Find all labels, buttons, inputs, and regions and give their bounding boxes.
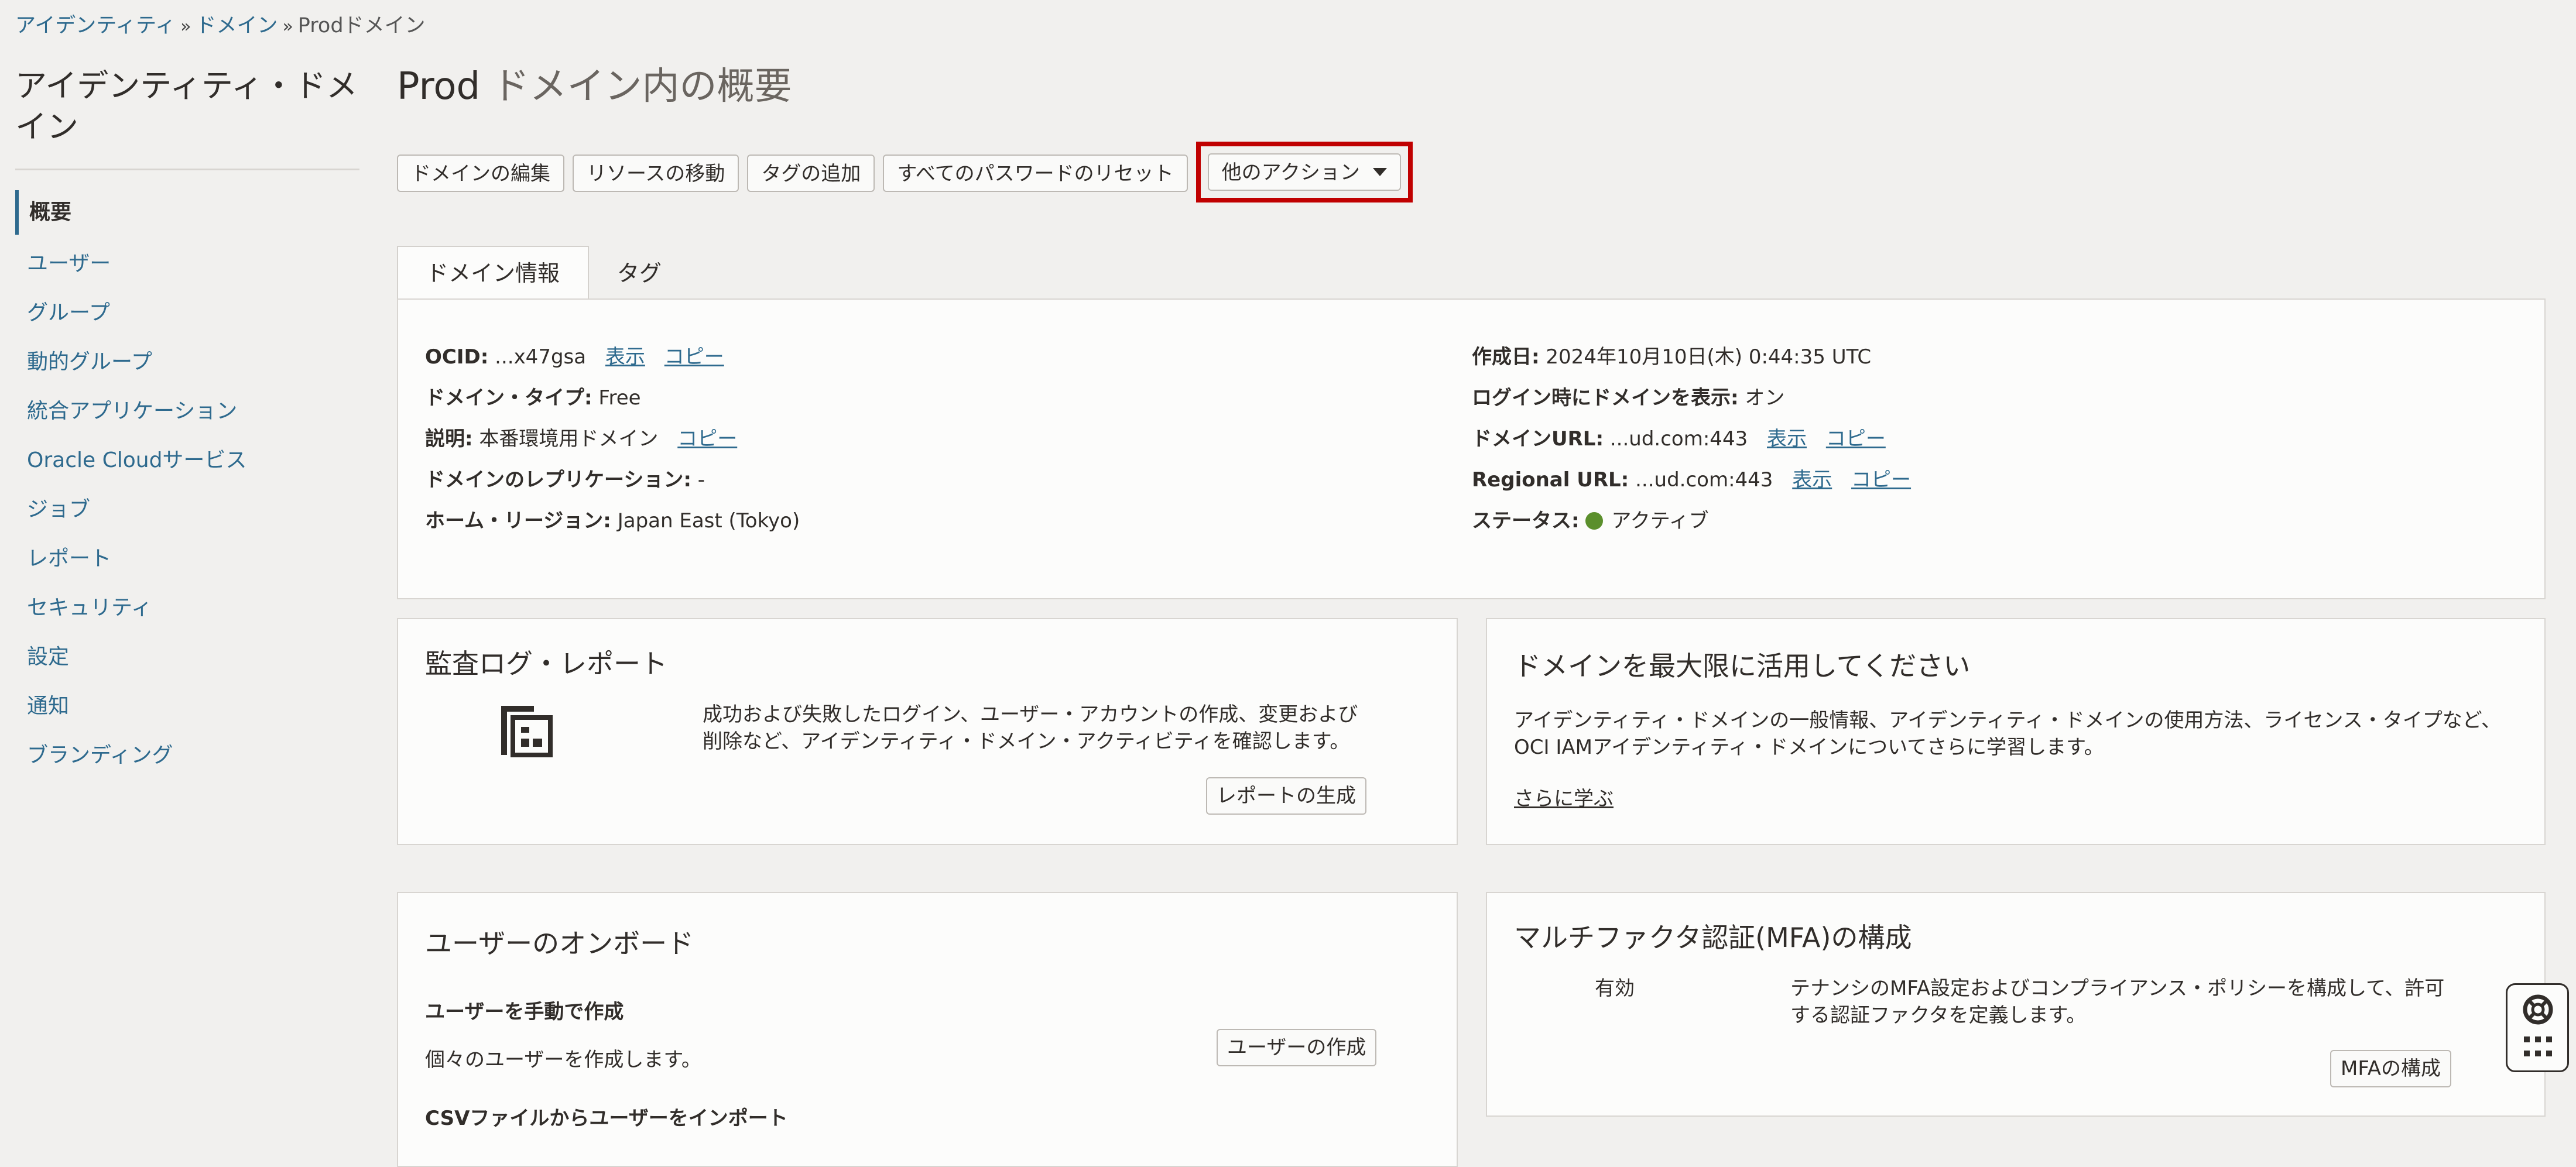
breadcrumb-separator: »	[180, 16, 191, 37]
mfa-status: 有効	[1595, 977, 1635, 1000]
description-value: 本番環境用ドメイン	[479, 427, 659, 451]
regional-url-row: Regional URL: ...ud.com:443 表示 コピー	[1472, 467, 1911, 493]
sidebar-item-settings[interactable]: 設定	[15, 633, 361, 682]
lifebuoy-icon	[2523, 994, 2553, 1025]
sidebar-item-groups[interactable]: グループ	[15, 289, 361, 338]
domain-url-copy-link[interactable]: コピー	[1826, 427, 1886, 451]
tab-domain-info[interactable]: ドメイン情報	[397, 246, 590, 300]
manual-create-description: 個々のユーザーを作成します。	[425, 1048, 701, 1072]
more-actions-label: 他のアクション	[1221, 161, 1360, 184]
status-label: ステータス:	[1472, 509, 1580, 533]
domain-url-row: ドメインURL: ...ud.com:443 表示 コピー	[1472, 426, 1886, 452]
regional-url-label: Regional URL:	[1472, 468, 1629, 492]
domain-type-row: ドメイン・タイプ: Free	[425, 385, 641, 411]
tab-bar: ドメイン情報 タグ	[397, 246, 690, 300]
configure-mfa-button[interactable]: MFAの構成	[2330, 1050, 2452, 1087]
replication-label: ドメインのレプリケーション:	[425, 468, 691, 492]
domain-url-show-link[interactable]: 表示	[1767, 427, 1807, 451]
breadcrumb: アイデンティティ» ドメイン» Prodドメイン	[15, 13, 426, 40]
breadcrumb-separator: »	[282, 16, 293, 37]
mfa-config-card: マルチファクタ認証(MFA)の構成 有効 テナンシのMFA設定およびコンプライア…	[1486, 892, 2546, 1117]
learn-card-title: ドメインを最大限に活用してください	[1514, 650, 1971, 682]
sidebar-item-security[interactable]: セキュリティ	[15, 584, 361, 633]
sidebar-divider	[15, 169, 359, 170]
domain-url-value: ...ud.com:443	[1609, 427, 1748, 451]
ocid-show-link[interactable]: 表示	[605, 345, 645, 369]
sidebar-item-jobs[interactable]: ジョブ	[15, 485, 361, 534]
edit-domain-button[interactable]: ドメインの編集	[397, 155, 564, 192]
move-resource-button[interactable]: リソースの移動	[573, 155, 739, 192]
ocid-label: OCID:	[425, 345, 489, 369]
user-onboarding-card: ユーザーのオンボード ユーザーを手動で作成 個々のユーザーを作成します。 ユーザ…	[397, 892, 1458, 1167]
description-copy-link[interactable]: コピー	[677, 427, 737, 451]
audit-card-description: 成功および失敗したログイン、ユーザー・アカウントの作成、変更および削除など、アイ…	[703, 703, 1358, 753]
sidebar-item-overview[interactable]: 概要	[15, 190, 361, 235]
home-region-label: ホーム・リージョン:	[425, 509, 611, 533]
audit-card-title: 監査ログ・レポート	[425, 648, 667, 679]
caret-down-icon	[1372, 167, 1387, 176]
sidebar-item-notifications[interactable]: 通知	[15, 682, 361, 731]
created-row: 作成日: 2024年10月10日(木) 0:44:35 UTC	[1472, 344, 1871, 370]
domain-info-panel: OCID: ...x47gsa 表示 コピー ドメイン・タイプ: Free 説明…	[397, 298, 2546, 599]
generate-report-button[interactable]: レポートの生成	[1206, 777, 1366, 815]
breadcrumb-current: Prodドメイン	[297, 14, 426, 37]
ocid-copy-link[interactable]: コピー	[664, 345, 724, 369]
help-widget[interactable]	[2506, 983, 2569, 1072]
domain-url-label: ドメインURL:	[1472, 427, 1604, 451]
onboard-card-title: ユーザーのオンボード	[425, 928, 694, 959]
home-region-row: ホーム・リージョン: Japan East (Tokyo)	[425, 508, 800, 534]
domain-type-label: ドメイン・タイプ:	[425, 386, 592, 410]
more-actions-button[interactable]: 他のアクション	[1207, 153, 1401, 191]
manual-create-heading: ユーザーを手動で作成	[425, 1000, 624, 1024]
description-row: 説明: 本番環境用ドメイン コピー	[425, 426, 737, 452]
page-title: Prod ドメイン内の概要	[397, 63, 792, 110]
grid-dots-icon	[2524, 1036, 2552, 1056]
home-region-value: Japan East (Tokyo)	[617, 509, 800, 533]
show-on-login-value: オン	[1745, 386, 1785, 410]
created-value: 2024年10月10日(木) 0:44:35 UTC	[1546, 345, 1872, 369]
action-toolbar: ドメインの編集 リソースの移動 タグの追加 すべてのパスワードのリセット 他のアクション	[397, 142, 1413, 202]
sidebar-nav: 概要 ユーザー グループ 動的グループ 統合アプリケーション Oracle Cl…	[15, 190, 361, 780]
more-actions-highlight: 他のアクション	[1195, 142, 1413, 202]
replication-row: ドメインのレプリケーション: -	[425, 467, 705, 493]
sidebar-item-integrated-applications[interactable]: 統合アプリケーション	[15, 387, 361, 436]
sidebar-item-branding[interactable]: ブランディング	[15, 731, 361, 780]
sidebar-title: アイデンティティ・ドメイン	[15, 67, 358, 145]
learn-card-description: アイデンティティ・ドメインの一般情報、アイデンティティ・ドメインの使用方法、ライ…	[1514, 709, 2502, 759]
regional-url-copy-link[interactable]: コピー	[1851, 468, 1911, 492]
breadcrumb-domains[interactable]: ドメイン	[196, 14, 278, 37]
show-on-login-label: ログイン時にドメインを表示:	[1472, 386, 1739, 410]
add-tags-button[interactable]: タグの追加	[747, 155, 875, 192]
sidebar-item-users[interactable]: ユーザー	[15, 239, 361, 289]
status-row: ステータス: アクティブ	[1472, 508, 1709, 534]
description-label: 説明:	[425, 427, 473, 451]
sidebar-item-oracle-cloud-services[interactable]: Oracle Cloudサービス	[15, 436, 361, 485]
learn-more-card: ドメインを最大限に活用してください アイデンティティ・ドメインの一般情報、アイデ…	[1486, 618, 2546, 845]
csv-import-heading: CSVファイルからユーザーをインポート	[425, 1107, 788, 1130]
report-icon	[501, 706, 553, 757]
show-on-login-row: ログイン時にドメインを表示: オン	[1472, 385, 1784, 411]
page-title-suffix: ドメイン内の概要	[492, 65, 792, 108]
ocid-value: ...x47gsa	[495, 345, 587, 369]
create-user-button[interactable]: ユーザーの作成	[1217, 1029, 1377, 1066]
tab-tags[interactable]: タグ	[589, 247, 690, 300]
sidebar-item-reports[interactable]: レポート	[15, 534, 361, 584]
ocid-row: OCID: ...x47gsa 表示 コピー	[425, 344, 724, 370]
page-title-domain: Prod	[397, 65, 481, 108]
status-value: アクティブ	[1611, 509, 1709, 533]
reset-all-passwords-button[interactable]: すべてのパスワードのリセット	[883, 155, 1188, 192]
mfa-card-description: テナンシのMFA設定およびコンプライアンス・ポリシーを構成して、許可する認証ファ…	[1790, 977, 2445, 1027]
sidebar-item-dynamic-groups[interactable]: 動的グループ	[15, 338, 361, 387]
status-active-icon	[1585, 512, 1604, 530]
replication-value: -	[697, 468, 705, 492]
learn-more-link[interactable]: さらに学ぶ	[1514, 785, 1614, 812]
created-label: 作成日:	[1472, 345, 1540, 369]
regional-url-show-link[interactable]: 表示	[1792, 468, 1832, 492]
mfa-card-title: マルチファクタ認証(MFA)の構成	[1514, 922, 1912, 953]
breadcrumb-identity[interactable]: アイデンティティ	[15, 14, 176, 37]
audit-log-card: 監査ログ・レポート 成功および失敗したログイン、ユーザー・アカウントの作成、変更…	[397, 618, 1458, 845]
regional-url-value: ...ud.com:443	[1635, 468, 1773, 492]
domain-type-value: Free	[598, 386, 641, 410]
